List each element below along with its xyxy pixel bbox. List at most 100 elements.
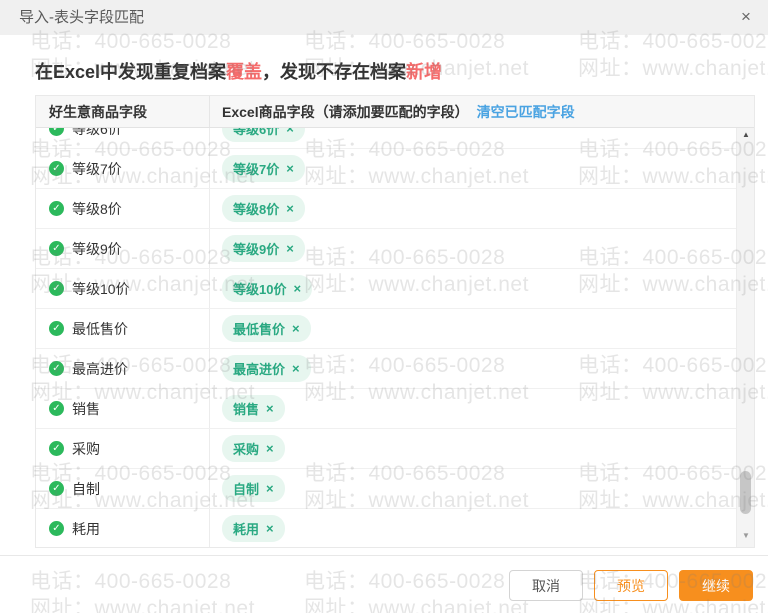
watermark-phone: 电话：400-665-0028: [304, 570, 506, 593]
tag-remove-icon[interactable]: ×: [266, 401, 274, 416]
message-text: ，发现不存在档案: [262, 62, 407, 82]
matched-field-tag[interactable]: 等级9价 ×: [222, 235, 305, 262]
tag-remove-icon[interactable]: ×: [286, 201, 294, 216]
tag-remove-icon[interactable]: ×: [286, 128, 294, 136]
tag-remove-icon[interactable]: ×: [293, 281, 301, 296]
table-scrollbar[interactable]: ▲ ▼: [736, 128, 754, 547]
check-icon: ✓: [49, 401, 64, 416]
tag-remove-icon[interactable]: ×: [286, 161, 294, 176]
excel-field-cell: 销售 ×: [210, 389, 736, 428]
source-field-label: 耗用: [72, 520, 100, 537]
check-icon: ✓: [49, 281, 64, 296]
field-match-table: 好生意商品字段 Excel商品字段（请添加要匹配的字段） 清空已匹配字段 ✓ 等…: [35, 95, 755, 548]
matched-field-tag-label: 最高进价: [233, 362, 286, 377]
watermark-phone: 电话：400-665-0028: [30, 570, 232, 593]
matched-field-tag[interactable]: 采购 ×: [222, 435, 285, 462]
tag-remove-icon[interactable]: ×: [292, 361, 300, 376]
source-field-cell: ✓ 等级10价: [36, 269, 210, 308]
matched-field-tag-label: 等级9价: [233, 242, 280, 257]
source-field-cell: ✓ 采购: [36, 429, 210, 468]
dialog-header: 导入-表头字段匹配 ×: [0, 0, 768, 35]
source-field-label: 自制: [72, 480, 100, 497]
table-row: ✓ 等级10价 等级10价 ×: [36, 269, 736, 309]
table-row: ✓ 最低售价 最低售价 ×: [36, 309, 736, 349]
check-icon: ✓: [49, 361, 64, 376]
matched-field-tag-label: 等级6价: [233, 128, 280, 137]
column-header-excel-label: Excel商品字段（请添加要匹配的字段）: [222, 103, 469, 120]
source-field-cell: ✓ 等级7价: [36, 149, 210, 188]
close-icon[interactable]: ×: [733, 0, 759, 35]
clear-matched-fields-link[interactable]: 清空已匹配字段: [477, 102, 575, 122]
watermark-url: 网址：www.chanjet.net: [578, 57, 768, 80]
footer-divider: [0, 555, 768, 556]
excel-field-cell: 采购 ×: [210, 429, 736, 468]
excel-field-cell: 等级6价 ×: [210, 128, 736, 148]
tag-remove-icon[interactable]: ×: [292, 321, 300, 336]
table-row: ✓ 等级6价 等级6价 ×: [36, 128, 736, 149]
source-field-cell: ✓ 等级6价: [36, 128, 210, 148]
table-row: ✓ 自制 自制 ×: [36, 469, 736, 509]
excel-field-cell: 等级7价 ×: [210, 149, 736, 188]
matched-field-tag[interactable]: 自制 ×: [222, 475, 285, 502]
excel-field-cell: 最高进价 ×: [210, 349, 736, 388]
watermark-url: 网址：www.chanjet.net: [304, 597, 529, 613]
scrollbar-thumb[interactable]: [740, 471, 751, 514]
table-header-row: 好生意商品字段 Excel商品字段（请添加要匹配的字段） 清空已匹配字段: [36, 96, 754, 128]
dialog-title: 导入-表头字段匹配: [19, 9, 144, 26]
source-field-label: 等级8价: [72, 200, 122, 217]
preview-button[interactable]: 预览: [594, 570, 668, 601]
table-row: ✓ 销售 销售 ×: [36, 389, 736, 429]
column-header-source: 好生意商品字段: [36, 96, 210, 127]
excel-field-cell: 自制 ×: [210, 469, 736, 508]
watermark-url: 网址：www.chanjet.net: [30, 597, 255, 613]
source-field-cell: ✓ 自制: [36, 469, 210, 508]
message-text: 在Excel中发现重复档案: [35, 62, 227, 82]
check-icon: ✓: [49, 241, 64, 256]
scroll-down-icon[interactable]: ▼: [737, 531, 755, 545]
tag-remove-icon[interactable]: ×: [266, 481, 274, 496]
cancel-button[interactable]: 取消: [509, 570, 583, 601]
matched-field-tag[interactable]: 等级10价 ×: [222, 275, 313, 302]
column-header-excel: Excel商品字段（请添加要匹配的字段） 清空已匹配字段: [210, 96, 754, 127]
matched-field-tag[interactable]: 等级8价 ×: [222, 195, 305, 222]
source-field-cell: ✓ 等级8价: [36, 189, 210, 228]
matched-field-tag[interactable]: 最高进价 ×: [222, 355, 311, 382]
tag-remove-icon[interactable]: ×: [286, 241, 294, 256]
excel-field-cell: 耗用 ×: [210, 509, 736, 547]
table-row: ✓ 等级8价 等级8价 ×: [36, 189, 736, 229]
check-icon: ✓: [49, 201, 64, 216]
excel-field-cell: 等级9价 ×: [210, 229, 736, 268]
table-row: ✓ 采购 采购 ×: [36, 429, 736, 469]
matched-field-tag[interactable]: 最低售价 ×: [222, 315, 311, 342]
check-icon: ✓: [49, 441, 64, 456]
table-row: ✓ 等级7价 等级7价 ×: [36, 149, 736, 189]
check-icon: ✓: [49, 321, 64, 336]
check-icon: ✓: [49, 521, 64, 536]
source-field-label: 等级10价: [72, 280, 130, 297]
message-highlight-overwrite: 覆盖: [226, 62, 263, 82]
message-highlight-add: 新增: [406, 62, 443, 82]
source-field-label: 最高进价: [72, 360, 128, 377]
matched-field-tag[interactable]: 销售 ×: [222, 395, 285, 422]
matched-field-tag[interactable]: 等级7价 ×: [222, 155, 305, 182]
excel-field-cell: 最低售价 ×: [210, 309, 736, 348]
matched-field-tag-label: 耗用: [233, 522, 260, 537]
table-row: ✓ 最高进价 最高进价 ×: [36, 349, 736, 389]
continue-button[interactable]: 继续: [679, 570, 753, 601]
matched-field-tag-label: 最低售价: [233, 322, 286, 337]
tag-remove-icon[interactable]: ×: [266, 441, 274, 456]
matched-field-tag-label: 采购: [233, 442, 260, 457]
matched-field-tag-label: 自制: [233, 482, 260, 497]
matched-field-tag[interactable]: 等级6价 ×: [222, 128, 305, 142]
source-field-label: 等级6价: [72, 128, 122, 137]
source-field-label: 最低售价: [72, 320, 128, 337]
scroll-up-icon[interactable]: ▲: [737, 130, 755, 144]
table-body: ✓ 等级6价 等级6价 × ✓ 等级7价 等级7价 × ✓ 等级8价 等级8价 …: [36, 128, 736, 547]
matched-field-tag[interactable]: 耗用 ×: [222, 515, 285, 542]
excel-field-cell: 等级10价 ×: [210, 269, 736, 308]
matched-field-tag-label: 等级7价: [233, 162, 280, 177]
table-row: ✓ 耗用 耗用 ×: [36, 509, 736, 547]
tag-remove-icon[interactable]: ×: [266, 521, 274, 536]
source-field-cell: ✓ 销售: [36, 389, 210, 428]
matched-field-tag-label: 销售: [233, 402, 260, 417]
